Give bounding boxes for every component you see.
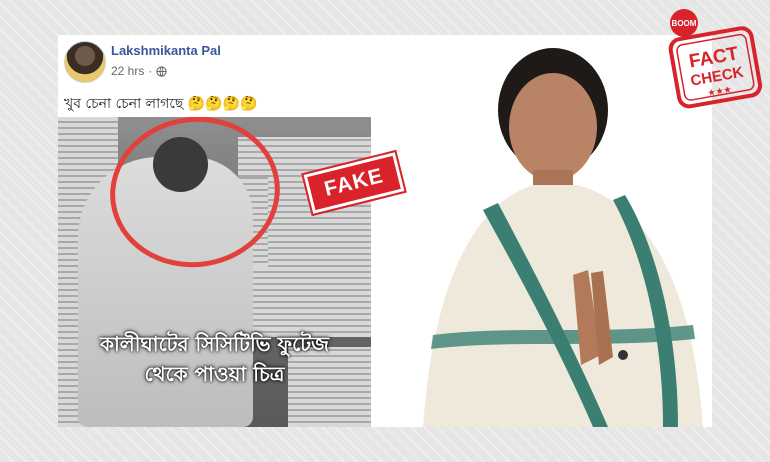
cctv-photo[interactable]: কালীঘাটের সিসিটিভি ফুটেজ থেকে পাওয়া চিত… <box>58 117 371 427</box>
fact-check-badge: BOOM FACT CHECK ★★★ <box>668 9 762 109</box>
post-text: খুব চেনা চেনা লাগছে 🤔🤔🤔🤔 <box>64 96 258 112</box>
meta-separator: · <box>148 64 153 78</box>
badge-stars: ★★★ <box>707 85 733 99</box>
globe-icon <box>156 65 167 77</box>
post-meta: 22 hrs · <box>111 64 167 78</box>
image-caption: কালীঘাটের সিসিটিভি ফুটেজ থেকে পাওয়া চিত… <box>58 329 371 389</box>
person-portrait <box>423 48 703 427</box>
post-time[interactable]: 22 hrs <box>111 64 144 78</box>
author-name[interactable]: Lakshmikanta Pal <box>111 43 221 58</box>
caption-line-2: থেকে পাওয়া চিত্র <box>144 362 285 386</box>
badge-top-text: BOOM <box>672 19 697 28</box>
caption-line-1: কালীঘাটের সিসিটিভি ফুটেজ <box>100 332 329 356</box>
avatar[interactable] <box>64 41 106 83</box>
facebook-post-card: Lakshmikanta Pal 22 hrs · খুব চেনা চেনা … <box>58 35 712 427</box>
